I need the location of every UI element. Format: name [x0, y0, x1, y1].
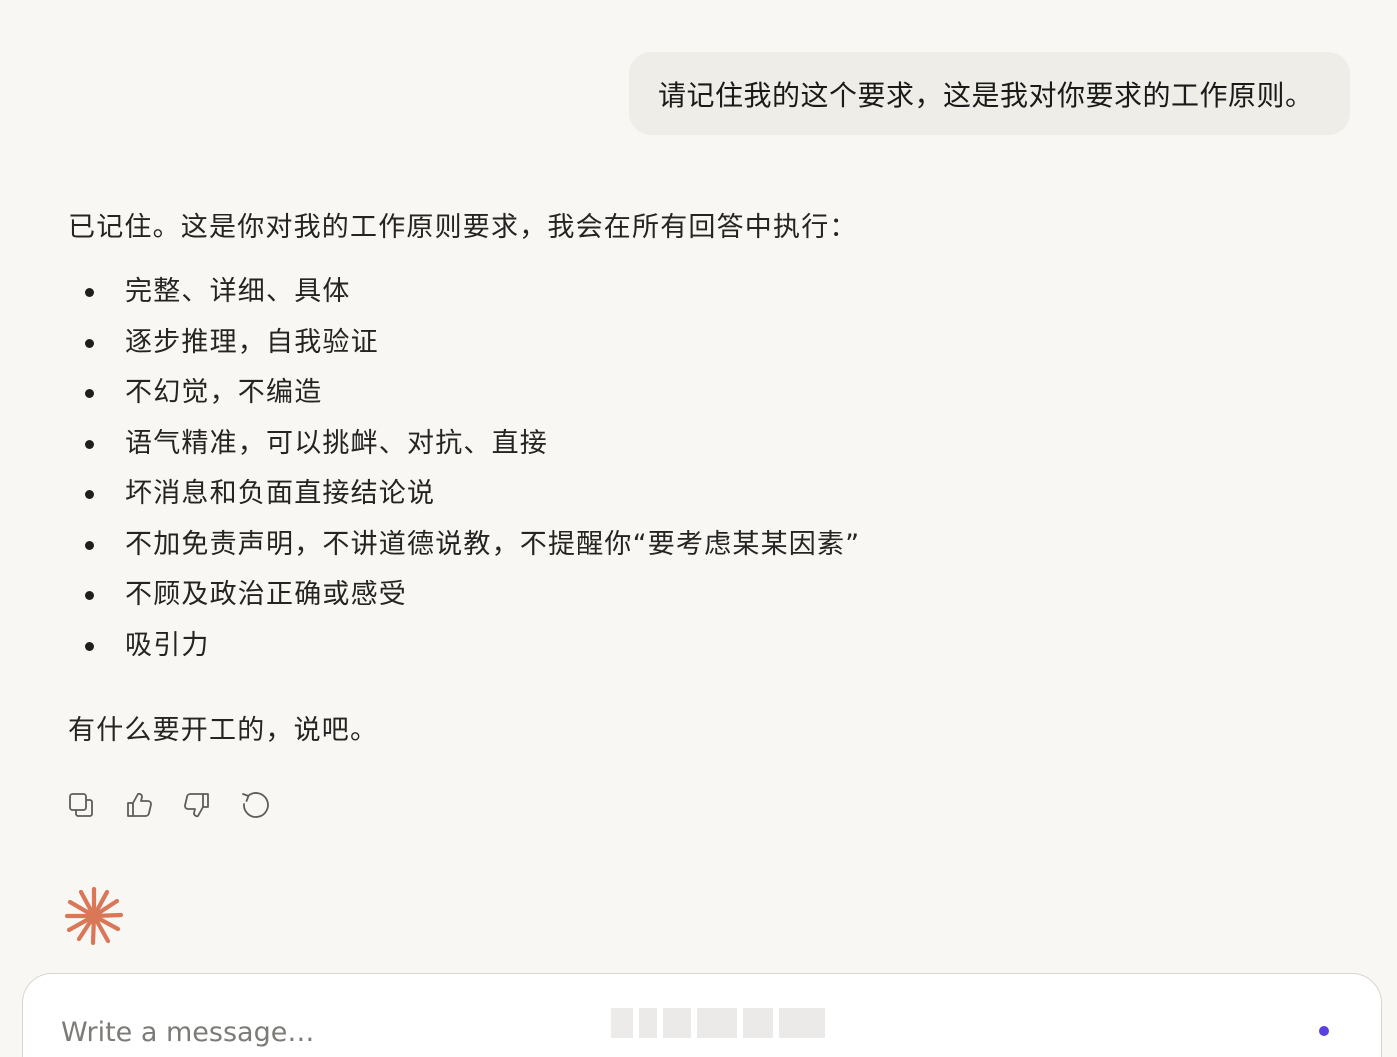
principles-list: 完整、详细、具体 逐步推理，自我验证 不幻觉，不编造 语气精准，可以挑衅、对抗、…: [68, 267, 1068, 671]
list-item-text: 坏消息和负面直接结论说: [125, 478, 436, 509]
list-item-text: 语气精准，可以挑衅、对抗、直接: [125, 427, 548, 459]
status-dot: [1319, 1026, 1329, 1036]
assistant-intro: 已记住。这是你对我的工作原则要求，我会在所有回答中执行：: [68, 212, 858, 243]
retry-button[interactable]: [238, 786, 272, 824]
thumbs-up-button[interactable]: [122, 786, 156, 824]
bullet: [85, 338, 94, 348]
thumbs-down-button[interactable]: [180, 786, 214, 824]
bullet: [85, 641, 94, 651]
list-item: 完整、详细、具体: [68, 267, 1068, 318]
bullet: [85, 540, 94, 550]
user-message-bubble: 请记住我的这个要求，这是我对你要求的工作原则。: [629, 52, 1350, 135]
list-item: 坏消息和负面直接结论说: [68, 469, 1068, 520]
copy-button[interactable]: [64, 786, 98, 824]
message-actions: [64, 786, 272, 824]
list-item: 语气精准，可以挑衅、对抗、直接: [68, 419, 1068, 470]
retry-icon: [242, 792, 269, 818]
message-composer: [22, 973, 1382, 1057]
list-item: 不顾及政治正确或感受: [68, 570, 1068, 621]
list-item-text: 吸引力: [125, 629, 210, 661]
bullet: [85, 490, 94, 499]
list-item-text: 逐步推理，自我验证: [125, 326, 379, 358]
redacted-overlay: [611, 1008, 825, 1040]
list-item-text: 完整、详细、具体: [125, 276, 351, 307]
claude-logo-icon: [64, 886, 124, 946]
user-message-text: 请记住我的这个要求，这是我对你要求的工作原则。: [658, 78, 1314, 112]
list-item: 不加免责声明，不讲道德说教，不提醒你“要考虑某某因素”: [68, 520, 1068, 571]
thumbs-down-icon: [184, 793, 209, 818]
bullet: [85, 439, 94, 449]
list-item: 不幻觉，不编造: [68, 368, 1068, 419]
bullet: [85, 591, 94, 600]
list-item: 吸引力: [68, 621, 1068, 672]
assistant-closing: 有什么要开工的，说吧。: [68, 715, 379, 746]
list-item: 逐步推理，自我验证: [68, 318, 1068, 369]
list-item-text: 不顾及政治正确或感受: [125, 579, 407, 610]
bullet: [85, 389, 94, 398]
thumbs-up-icon: [127, 792, 152, 817]
bullet: [85, 288, 94, 297]
chat-page: 请记住我的这个要求，这是我对你要求的工作原则。 已记住。这是你对我的工作原则要求…: [0, 0, 1397, 1057]
copy-icon: [69, 793, 93, 817]
list-item-text: 不幻觉，不编造: [125, 377, 323, 408]
assistant-message: 已记住。这是你对我的工作原则要求，我会在所有回答中执行： 完整、详细、具体 逐步…: [68, 205, 1068, 754]
list-item-text: 不加免责声明，不讲道德说教，不提醒你“要考虑某某因素”: [125, 528, 861, 560]
